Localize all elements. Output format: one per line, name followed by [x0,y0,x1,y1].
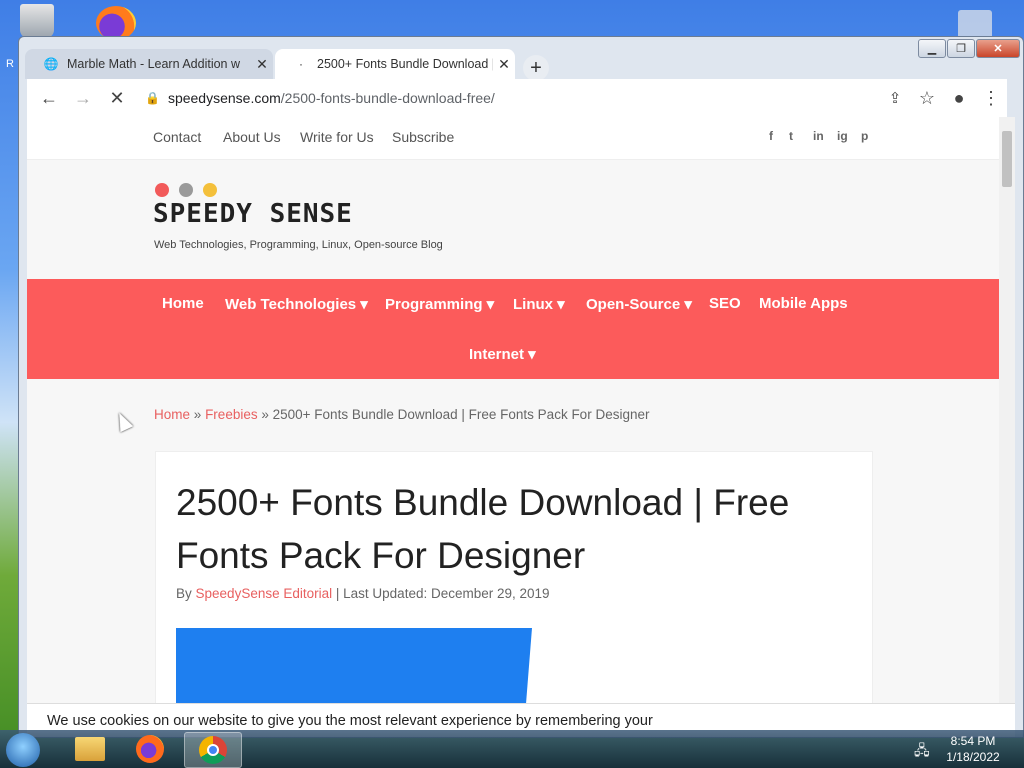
nav-label: Linux [513,296,553,313]
chrome-taskbar-icon[interactable] [184,732,242,768]
site-tagline: Web Technologies, Programming, Linux, Op… [154,239,443,251]
article-card: 2500+ Fonts Bundle Download | Free Fonts… [155,451,873,703]
author-link[interactable]: SpeedySense Editorial [196,586,333,601]
recycle-bin-icon[interactable] [20,4,54,38]
nav-linux[interactable]: Linux ▾ [513,295,565,313]
facebook-icon[interactable]: f [769,129,773,143]
scrollbar-thumb[interactable] [1002,131,1012,187]
nav-label: Internet [469,346,525,363]
desktop-icon-label: R [6,58,14,70]
back-arrow-icon[interactable]: ← [33,82,65,114]
loading-spinner-icon: · [299,57,303,71]
tab-marble-math[interactable]: 🌐 Marble Math - Learn Addition w ✕ [25,49,273,79]
breadcrumb: Home » Freebies » 2500+ Fonts Bundle Dow… [154,407,649,422]
logo-dot [179,183,193,197]
taskbar: 🖧 8:54 PM 1/18/2022 [0,730,1024,768]
topnav-subscribe-link[interactable]: Subscribe [392,129,454,145]
start-button[interactable] [6,733,40,767]
topnav-about-link[interactable]: About Us [223,129,281,145]
system-clock[interactable]: 8:54 PM 1/18/2022 [938,733,1008,765]
byline-by: By [176,586,192,601]
site-top-nav: Contact About Us Write for Us Subscribe … [27,117,999,160]
menu-kebab-icon[interactable]: ⋮ [975,82,1007,114]
nav-mobile-apps[interactable]: Mobile Apps [759,295,848,312]
logo-dot [155,183,169,197]
logo-dot [203,183,217,197]
tab-close-icon[interactable]: ✕ [251,56,273,73]
firefox-taskbar-icon[interactable] [122,732,178,766]
toolbar-actions: ⇪ ☆ ● ⋮ [879,82,1007,114]
address-bar[interactable]: 🔒 speedysense.com/2500-fonts-bundle-down… [139,83,899,113]
clock-date: 1/18/2022 [946,750,1000,764]
site-logo[interactable]: SPEEDY SENSE [153,199,353,229]
article-title: 2500+ Fonts Bundle Download | Free Fonts… [176,482,790,576]
topnav-write-link[interactable]: Write for Us [300,129,374,145]
bookmark-star-icon[interactable]: ☆ [911,82,943,114]
brand-logo-dots [155,183,217,197]
nav-programming[interactable]: Programming ▾ [385,295,494,313]
breadcrumb-separator: » [193,407,202,422]
url-path: /2500-fonts-bundle-download-free/ [280,90,495,106]
nav-internet[interactable]: Internet ▾ [469,345,536,363]
nav-home[interactable]: Home [162,295,204,312]
firefox-desktop-icon[interactable] [96,6,136,40]
featured-image [176,628,532,703]
lock-icon: 🔒 [145,91,160,105]
stop-loading-icon[interactable]: ✕ [101,82,133,114]
clock-time: 8:54 PM [950,734,996,748]
browser-window: ▁ ❐ ✕ 🌐 Marble Math - Learn Addition w ✕… [18,36,1024,738]
breadcrumb-separator: » [261,407,269,422]
instagram-icon[interactable]: ig [837,129,848,143]
nav-web-technologies[interactable]: Web Technologies ▾ [225,295,368,313]
tab-title: 2500+ Fonts Bundle Download | [317,57,493,71]
tab-title: Marble Math - Learn Addition w [67,57,241,71]
pinterest-icon[interactable]: p [861,129,868,143]
topnav-contact-link[interactable]: Contact [153,129,201,145]
forward-arrow-icon[interactable]: → [67,82,99,114]
nav-label: Programming [385,296,483,313]
cookie-text: We use cookies on our website to give yo… [47,713,653,729]
main-navigation: Home Web Technologies ▾ Programming ▾ Li… [27,279,999,379]
nav-label: Open-Source [586,296,681,313]
new-tab-button[interactable]: + [523,55,549,81]
nav-label: Web Technologies [225,296,357,313]
nav-open-source[interactable]: Open-Source ▾ [586,295,692,313]
web-page: Contact About Us Write for Us Subscribe … [27,117,999,703]
page-scrollbar[interactable] [999,117,1015,703]
folder-icon [75,737,105,761]
browser-toolbar: ← → ✕ 🔒 speedysense.com/2500-fonts-bundl… [27,79,1007,117]
profile-avatar-icon[interactable]: ● [943,82,975,114]
network-icon[interactable]: 🖧 [914,740,930,764]
tab-bar: 🌐 Marble Math - Learn Addition w ✕ · 250… [19,45,1023,81]
twitter-icon[interactable]: t [789,129,793,143]
article-byline: By SpeedySense Editorial | Last Updated:… [176,586,550,601]
tab-close-icon[interactable]: ✕ [493,56,515,73]
file-explorer-taskbar-icon[interactable] [62,732,118,766]
breadcrumb-home[interactable]: Home [154,407,190,422]
marble-math-favicon-icon: 🌐 [43,57,59,71]
linkedin-icon[interactable]: in [813,129,824,143]
chrome-icon [199,736,227,764]
last-updated: | Last Updated: December 29, 2019 [335,586,550,601]
tab-fonts-bundle[interactable]: · 2500+ Fonts Bundle Download | ✕ [275,49,515,79]
url-domain: speedysense.com [167,90,281,106]
breadcrumb-freebies[interactable]: Freebies [205,407,258,422]
nav-seo[interactable]: SEO [709,295,741,312]
firefox-icon [136,735,164,763]
breadcrumb-current: 2500+ Fonts Bundle Download | Free Fonts… [272,407,650,422]
share-icon[interactable]: ⇪ [879,82,911,114]
